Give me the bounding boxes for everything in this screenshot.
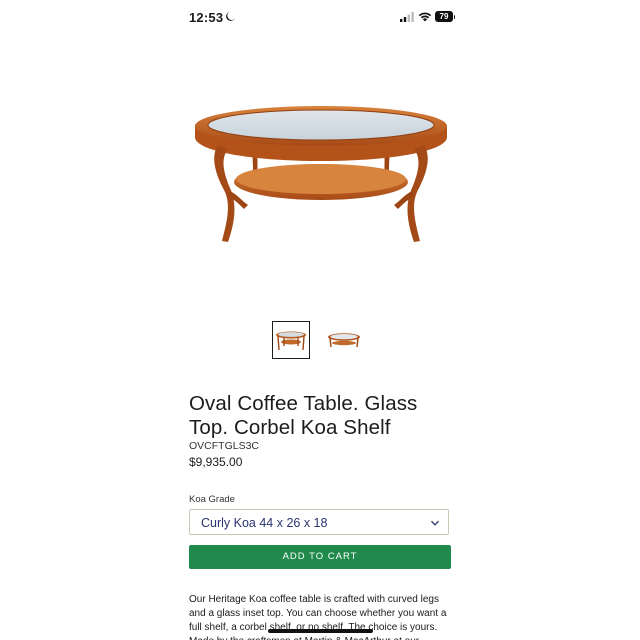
- koa-grade-select[interactable]: Curly Koa 44 x 26 x 18: [189, 509, 449, 535]
- thumbnail-2-image: [328, 333, 360, 348]
- thumbnail-1-image: [276, 331, 306, 351]
- koa-grade-label: Koa Grade: [189, 494, 235, 505]
- product-main-image[interactable]: [190, 95, 452, 260]
- thumbnail-gallery: [272, 321, 372, 359]
- status-time: 12:53: [189, 10, 224, 25]
- chevron-down-icon: [431, 520, 439, 526]
- thumbnail-2[interactable]: [326, 322, 362, 358]
- product-page: 12:53 79 Oval Coffee Table. Glass Top. C…: [176, 0, 466, 640]
- product-title: Oval Coffee Table. Glass Top. Corbel Koa…: [189, 392, 418, 439]
- koa-grade-selected-value: Curly Koa 44 x 26 x 18: [201, 516, 328, 530]
- wifi-icon: [418, 12, 432, 22]
- add-to-cart-button[interactable]: ADD TO CART: [189, 545, 451, 569]
- home-indicator[interactable]: [268, 629, 373, 633]
- thumbnail-1[interactable]: [272, 321, 310, 359]
- signal-icon: [400, 12, 414, 22]
- status-bar: 12:53 79: [176, 8, 466, 28]
- battery-icon: 79: [435, 11, 455, 22]
- product-sku: OVCFTGLS3C: [189, 440, 260, 452]
- moon-icon: [226, 12, 235, 21]
- product-price: $9,935.00: [189, 455, 243, 469]
